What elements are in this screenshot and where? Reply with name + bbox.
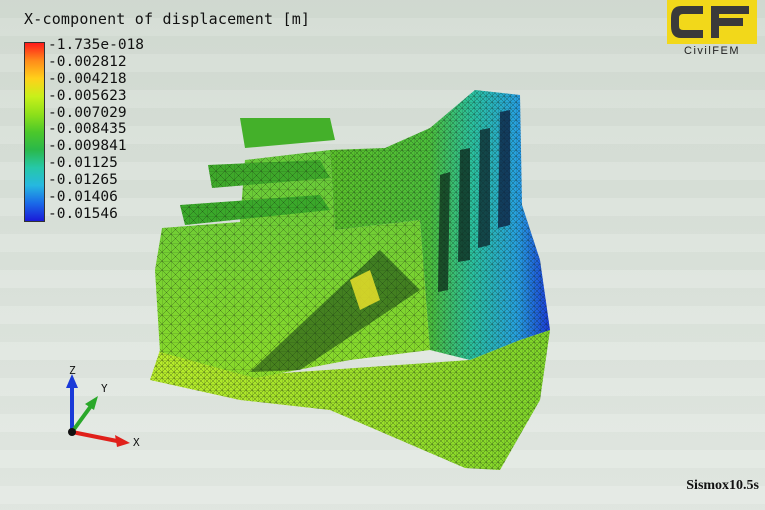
y-axis-arrow [85,396,98,410]
ledge-3 [240,118,335,148]
tower-slot-4 [438,172,450,292]
x-axis-line [71,430,118,443]
tower-slot-3 [498,110,510,228]
z-axis-label: Z [69,364,76,377]
load-step-label: Sismox10.5s [686,478,759,493]
tower-slot-1 [458,148,470,262]
x-axis-label: X [133,436,140,449]
y-axis-line [70,404,93,434]
y-axis-label: Y [101,382,108,395]
axis-triad-icon: Z Y X [66,364,140,449]
x-axis-arrow [115,435,130,447]
tower-slot-2 [478,128,490,248]
triad-origin [68,428,76,436]
